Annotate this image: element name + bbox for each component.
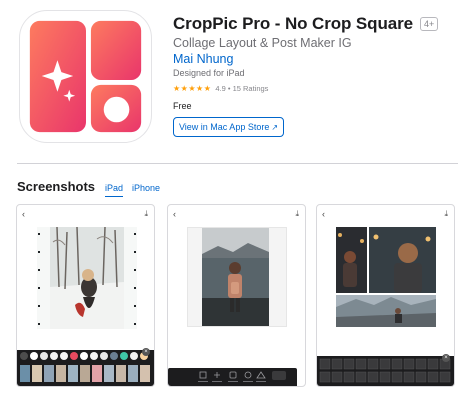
star-rating-icon: ★★★★★ (173, 84, 212, 93)
tab-iphone[interactable]: iPhone (132, 183, 160, 193)
screenshot-collage-grid[interactable]: ‹ ⤓ × (316, 204, 455, 387)
developer-link[interactable]: Mai Nhung (173, 52, 233, 66)
rating-row: ★★★★★ 4.9 • 15 Ratings (173, 84, 268, 93)
edit-tool-icons (198, 371, 286, 382)
collage-canvas (336, 227, 436, 327)
back-chevron-icon: ‹ (22, 209, 25, 219)
download-icon: ⤓ (295, 209, 299, 218)
layout-toolbar (317, 356, 454, 386)
close-icon: × (442, 354, 450, 362)
croppic-app-icon (29, 20, 142, 133)
age-rating-badge: 4+ (419, 17, 439, 31)
app-subtitle: Collage Layout & Post Maker IG (173, 36, 352, 50)
view-button-label: View in Mac App Store (178, 122, 270, 132)
close-icon: × (142, 348, 150, 356)
photo-canvas (187, 227, 287, 327)
section-divider (17, 163, 458, 164)
filter-toolbar (17, 350, 154, 386)
screenshots-heading: Screenshots (17, 179, 96, 194)
app-title: CropPic Pro - No Crop Square (173, 14, 413, 33)
winter-photo-image (38, 226, 136, 329)
photo-canvas (37, 226, 137, 329)
view-in-mac-app-store-button[interactable]: View in Mac App Store ↗ (173, 117, 284, 137)
price-label: Free (173, 101, 192, 111)
app-icon (19, 10, 152, 143)
external-link-icon: ↗ (271, 122, 279, 132)
download-icon: ⤓ (444, 209, 448, 218)
layout-thumbnails (319, 358, 451, 383)
collage-image (336, 227, 436, 327)
download-icon: ⤓ (144, 209, 148, 218)
app-title-row: CropPic Pro - No Crop Square 4+ (173, 14, 439, 34)
rating-text: 4.9 • 15 Ratings (215, 84, 269, 93)
tab-ipad[interactable]: iPad (105, 183, 124, 197)
lake-photo-image (202, 228, 269, 326)
screenshot-lake-photo-editor[interactable]: ‹ ⤓ (167, 204, 306, 387)
back-chevron-icon: ‹ (173, 209, 176, 219)
edit-toolbar (168, 368, 297, 386)
back-chevron-icon: ‹ (322, 209, 325, 219)
platform-note: Designed for iPad (173, 68, 245, 78)
screenshot-winter-photo-editor[interactable]: ‹ ⤓ × (16, 204, 155, 387)
filter-swatches (20, 352, 150, 382)
